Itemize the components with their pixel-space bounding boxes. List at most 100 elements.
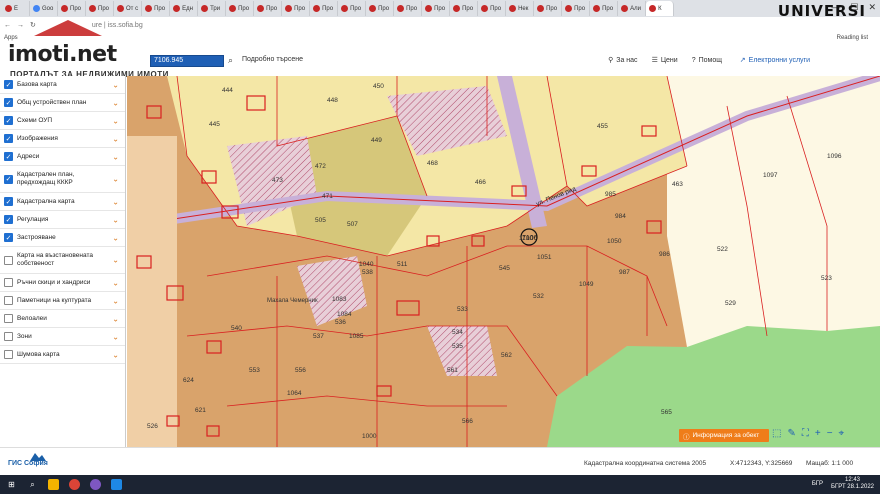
layer-checkbox[interactable] — [4, 278, 13, 287]
browser-tab[interactable]: Про — [366, 1, 395, 16]
chrome-icon[interactable] — [69, 479, 80, 490]
chevron-down-icon[interactable]: ⌄ — [112, 256, 119, 265]
layer-item[interactable]: Зони ⌄ — [0, 328, 125, 346]
browser-tab[interactable]: Про — [394, 1, 423, 16]
browser-tab[interactable]: Едн — [170, 1, 199, 16]
link-about[interactable]: ⚲ За нас — [608, 56, 637, 65]
search-icon[interactable]: ⌕ — [228, 55, 233, 66]
reading-list-button[interactable]: Reading list — [837, 35, 868, 41]
chevron-down-icon[interactable]: ⌄ — [112, 152, 119, 161]
chevron-down-icon[interactable]: ⌄ — [112, 98, 119, 107]
browser-tab[interactable]: Про — [338, 1, 367, 16]
layer-item[interactable]: Шумова карта ⌄ — [0, 346, 125, 364]
zoom-out-icon[interactable]: − — [827, 428, 833, 439]
browser-tab[interactable]: Про — [534, 1, 563, 16]
layer-checkbox[interactable]: ✓ — [4, 233, 13, 242]
chevron-down-icon[interactable]: ⌄ — [112, 350, 119, 359]
browser-tab[interactable]: Про — [590, 1, 619, 16]
layer-item[interactable]: Ръчни скици и хандриси ⌄ — [0, 274, 125, 292]
layer-item[interactable]: ✓ Застрояване ⌄ — [0, 229, 125, 247]
browser-tab[interactable]: От с — [114, 1, 143, 16]
browser-tab[interactable]: Нек — [506, 1, 535, 16]
layer-checkbox[interactable]: ✓ — [4, 215, 13, 224]
browser-tab[interactable]: Про — [86, 1, 114, 16]
browser-tab[interactable]: Про — [310, 1, 339, 16]
file-explorer-icon[interactable] — [48, 479, 59, 490]
layer-checkbox[interactable]: ✓ — [4, 116, 13, 125]
layer-item[interactable]: ✓ Базова карта ⌄ — [0, 76, 125, 94]
back-icon[interactable]: ← — [4, 22, 11, 29]
chevron-down-icon[interactable]: ⌄ — [112, 134, 119, 143]
browser-tab[interactable]: Про — [58, 1, 86, 16]
layer-checkbox[interactable] — [4, 296, 13, 305]
chevron-down-icon[interactable]: ⌄ — [112, 80, 119, 89]
browser-tab[interactable]: Про — [450, 1, 479, 16]
browser-tab[interactable]: Goo — [30, 1, 58, 16]
link-prices[interactable]: ☰ Цени — [652, 56, 678, 65]
chevron-down-icon[interactable]: ⌄ — [112, 296, 119, 305]
layer-checkbox[interactable]: ✓ — [4, 80, 13, 89]
layer-item[interactable]: ✓ Общ устройствен план ⌄ — [0, 94, 125, 112]
layer-item[interactable]: ✓ Регулация ⌄ — [0, 211, 125, 229]
chevron-down-icon[interactable]: ⌄ — [112, 175, 119, 184]
layer-item[interactable]: Велоалеи ⌄ — [0, 310, 125, 328]
windows-start-icon[interactable]: ⊞ — [6, 479, 17, 490]
browser-tab[interactable]: Про — [142, 1, 171, 16]
zoom-in-icon[interactable]: + — [815, 428, 821, 439]
layer-item[interactable]: Карта на възстановената собственост ⌄ — [0, 247, 125, 274]
clock[interactable]: 12:43 БГРТ 28.1.2022 — [831, 477, 874, 491]
link-help[interactable]: ? Помощ — [692, 56, 722, 64]
browser-tab[interactable]: Три — [198, 1, 227, 16]
object-info-button[interactable]: ⓘ Информация за обект — [679, 429, 769, 442]
layer-item[interactable]: Паметници на културата ⌄ — [0, 292, 125, 310]
browser-tab[interactable]: Про — [282, 1, 311, 16]
forward-icon[interactable]: → — [17, 22, 24, 29]
lang-indicator[interactable]: БГР — [812, 481, 823, 487]
browser-tab[interactable]: Али — [618, 1, 647, 16]
select-area-icon[interactable]: ⬚ — [772, 428, 781, 439]
browser-tab[interactable]: E — [2, 1, 30, 16]
chevron-down-icon[interactable]: ⌄ — [112, 116, 119, 125]
fullscreen-icon[interactable]: ⛶ — [802, 428, 809, 439]
layer-checkbox[interactable]: ✓ — [4, 197, 13, 206]
chevron-down-icon[interactable]: ⌄ — [112, 215, 119, 224]
browser-tab[interactable]: К — [646, 1, 675, 16]
browser-tab[interactable]: Про — [254, 1, 283, 16]
apps-shortcut[interactable]: Apps — [4, 35, 18, 41]
layer-checkbox[interactable]: ✓ — [4, 134, 13, 143]
layer-checkbox[interactable]: ✓ — [4, 174, 13, 184]
layer-item[interactable]: ✓ Адреси ⌄ — [0, 148, 125, 166]
outlook-icon[interactable] — [111, 479, 122, 490]
eservices-link[interactable]: ↗ Електронни услуги — [740, 56, 810, 65]
layer-checkbox[interactable]: ✓ — [4, 152, 13, 161]
chevron-down-icon[interactable]: ⌄ — [112, 314, 119, 323]
extent-icon[interactable]: ⌖ — [839, 428, 845, 439]
layer-checkbox[interactable] — [4, 255, 13, 265]
chevron-down-icon[interactable]: ⌄ — [112, 197, 119, 206]
layer-item[interactable]: ✓ Изображения ⌄ — [0, 130, 125, 148]
layer-checkbox[interactable]: ✓ — [4, 98, 13, 107]
chevron-down-icon[interactable]: ⌄ — [112, 278, 119, 287]
layer-item[interactable]: ✓ Схеми ОУП ⌄ — [0, 112, 125, 130]
taskbar-search-icon[interactable]: ⌕ — [27, 479, 38, 490]
chevron-down-icon[interactable]: ⌄ — [112, 233, 119, 242]
advanced-search-link[interactable]: Подробно търсене — [242, 56, 303, 63]
layer-checkbox[interactable] — [4, 314, 13, 323]
cadastral-map[interactable]: 7106 444 448 450 445 449 455 1096 1097 463 472 473… — [127, 76, 880, 447]
map-canvas[interactable]: 7106 44444845044544945510961097463472473… — [127, 76, 880, 447]
close-icon[interactable]: ✕ — [868, 2, 876, 13]
viber-icon[interactable] — [90, 479, 101, 490]
layer-checkbox[interactable] — [4, 350, 13, 359]
site-logo[interactable]: imoti.net — [8, 42, 117, 67]
chevron-down-icon[interactable]: ⌄ — [112, 332, 119, 341]
measure-icon[interactable]: ✎ — [787, 428, 795, 439]
parcel-number: 987 — [619, 269, 630, 276]
browser-tab[interactable]: Про — [562, 1, 591, 16]
browser-tab[interactable]: Про — [478, 1, 507, 16]
search-input[interactable]: 7106.945 — [150, 55, 224, 67]
browser-tab[interactable]: Про — [422, 1, 451, 16]
layer-checkbox[interactable] — [4, 332, 13, 341]
layer-item[interactable]: ✓ Кадастрална карта ⌄ — [0, 193, 125, 211]
browser-tab[interactable]: Про — [226, 1, 255, 16]
layer-item[interactable]: ✓ Кадастрален план, предхождащ КККР ⌄ — [0, 166, 125, 193]
